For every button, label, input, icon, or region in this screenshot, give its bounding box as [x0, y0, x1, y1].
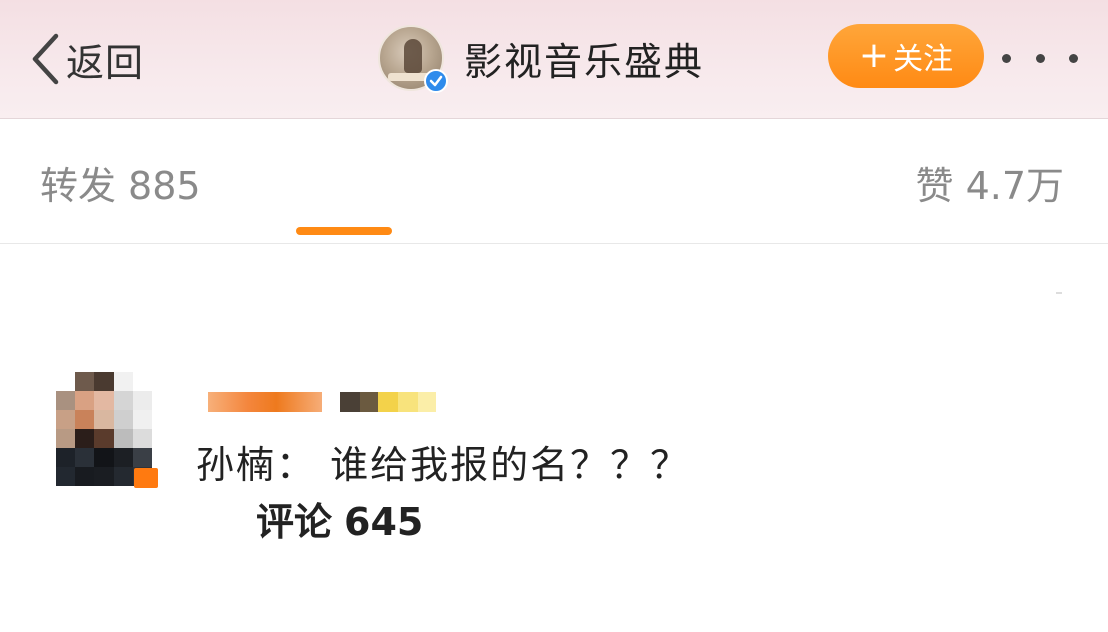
account-info[interactable]: 影视音乐盛典	[378, 24, 704, 93]
tab-bar: 转发 885 评论 645 赞 4.7万	[0, 119, 1108, 544]
commenter-name-blurred[interactable]	[208, 392, 322, 412]
tab-like-count: 4.7万	[965, 164, 1064, 208]
follow-label: 关注	[893, 42, 954, 77]
back-label: 返回	[66, 40, 145, 85]
tab-like-label: 赞	[915, 164, 954, 208]
follow-button[interactable]: + 关注	[828, 24, 984, 88]
verified-icon	[424, 69, 448, 93]
tab-repost[interactable]: 转发 885	[40, 155, 201, 210]
tab-repost-count: 885	[128, 164, 201, 208]
active-tab-indicator	[296, 227, 392, 235]
comment-item[interactable]: 孙楠： 谁给我报的名？？？	[0, 372, 1108, 513]
plus-icon: +	[858, 35, 890, 76]
account-avatar[interactable]	[378, 25, 448, 93]
more-icon[interactable]	[1002, 40, 1078, 76]
chevron-left-icon	[32, 33, 59, 85]
tab-like[interactable]: 赞 4.7万	[916, 155, 1064, 210]
tab-repost-label: 转发	[40, 164, 117, 208]
account-name[interactable]: 影视音乐盛典	[464, 31, 704, 86]
top-bar: 返回 影视音乐盛典 + 关注	[0, 0, 1108, 119]
comment-text: 孙楠： 谁给我报的名？？？	[196, 443, 691, 487]
back-button[interactable]: 返回	[30, 30, 144, 88]
member-badge	[134, 468, 158, 488]
user-level-badge	[340, 392, 436, 412]
divider-mark	[1056, 292, 1062, 294]
